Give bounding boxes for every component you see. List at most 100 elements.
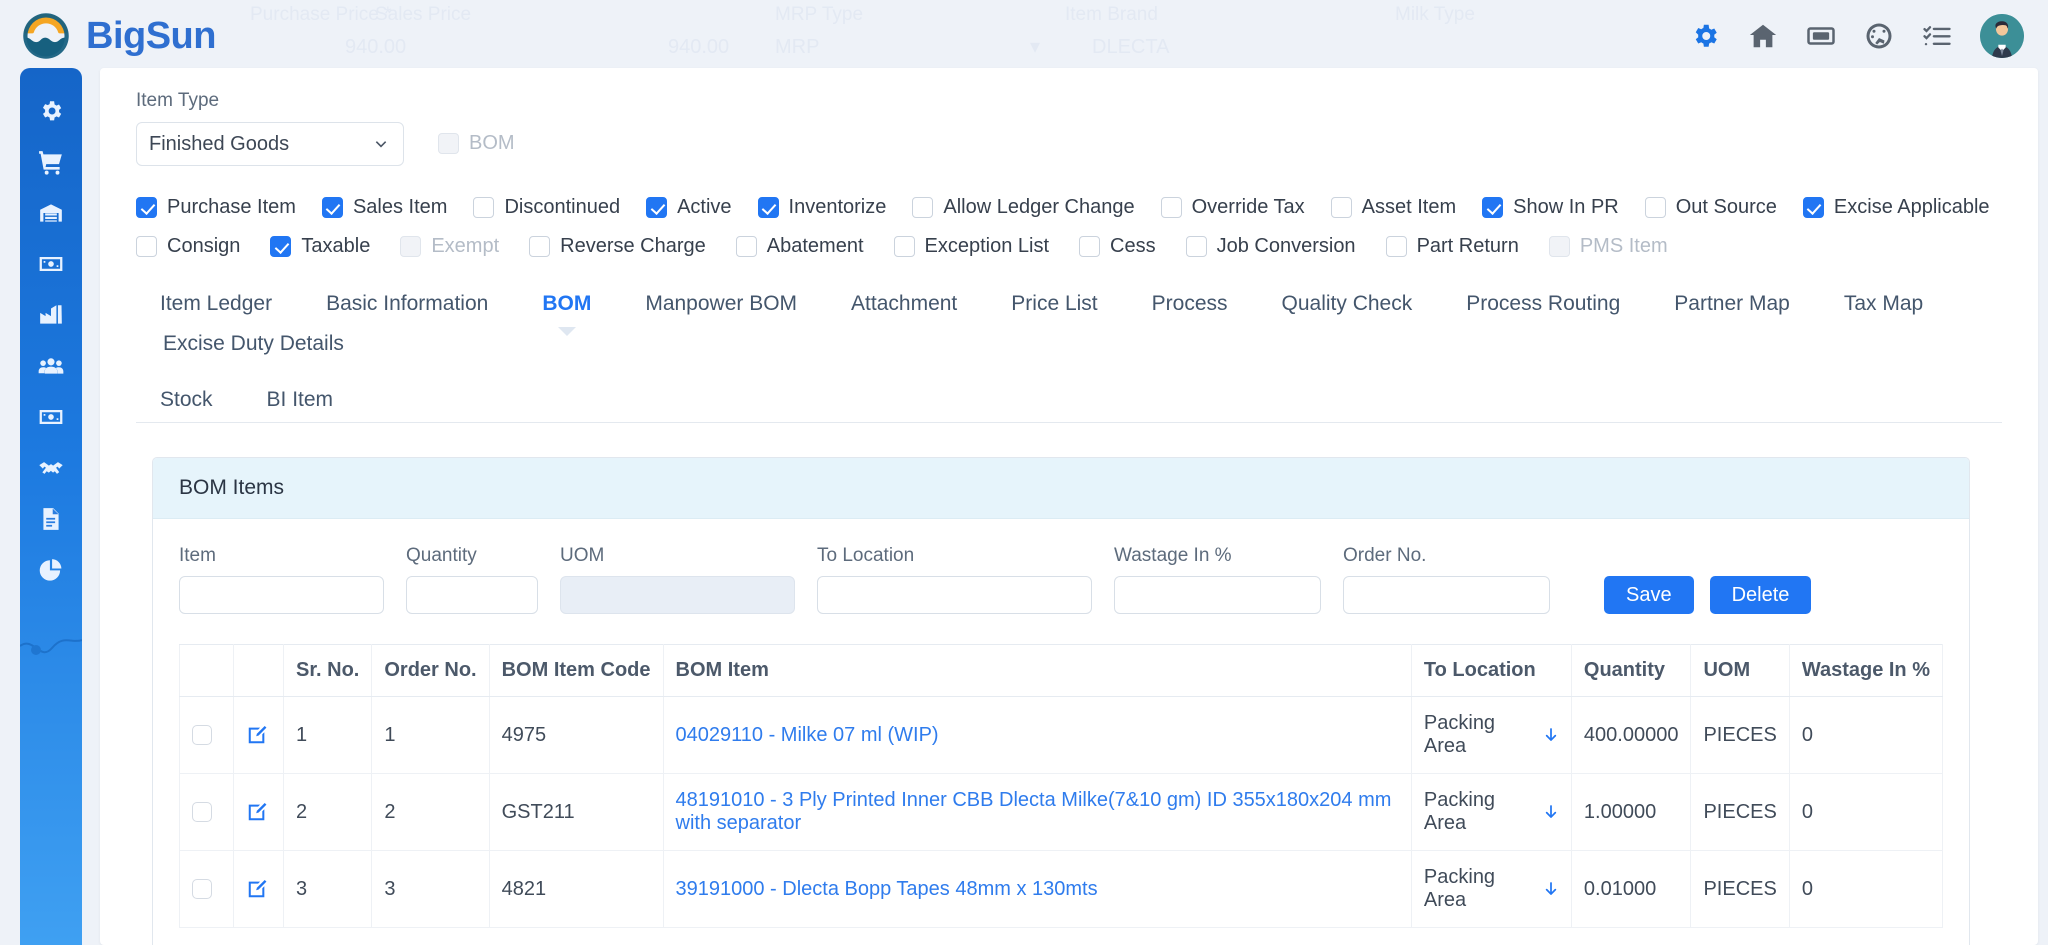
tab-partner-map[interactable]: Partner Map [1647,286,1817,326]
bom-checkbox-label: BOM [469,132,515,154]
flag-checkbox-job-conversion[interactable]: Job Conversion [1185,235,1356,258]
bom-panel-body: Item Quantity UOM To Location Wastage In… [153,519,1969,945]
bom-item-input[interactable] [179,576,384,614]
flag-checkbox-override-tax[interactable]: Override Tax [1160,196,1305,219]
flag-checkbox-show-in-pr[interactable]: Show In PR [1482,196,1619,219]
cell-wastage: 0 [1789,773,1944,851]
bom-wastage-label: Wastage In % [1114,545,1232,566]
row-checkbox[interactable] [192,879,212,899]
checkbox-label: PMS Item [1579,235,1668,257]
sidebar-item-sales[interactable] [34,451,68,485]
bom-wastage-field: Wastage In % [1114,545,1321,614]
bom-checkbox[interactable]: BOM [438,132,515,166]
item-type-select[interactable]: Finished Goods [136,122,404,166]
bom-item-link[interactable]: 48191010 - 3 Ply Printed Inner CBB Dlect… [676,789,1392,834]
flag-checkbox-abatement[interactable]: Abatement [735,235,864,258]
checkbox-label: Reverse Charge [560,235,706,257]
bom-to-location-label: To Location [817,545,915,566]
checkbox-box [1160,197,1182,218]
to-location-text: Packing Area [1423,866,1496,911]
flag-checkbox-asset-item[interactable]: Asset Item [1330,196,1456,219]
tab-process-routing[interactable]: Process Routing [1439,286,1647,326]
sidebar-item-analytics[interactable] [34,553,68,587]
speedometer-icon[interactable] [1864,21,1894,51]
bom-wastage-input[interactable] [1114,576,1321,614]
sidebar-item-purchase[interactable] [34,145,68,179]
tab-basic-information[interactable]: Basic Information [299,286,515,326]
tab-attachment[interactable]: Attachment [824,286,984,326]
bom-checkbox-box [438,133,459,154]
flag-checkbox-allow-ledger-change[interactable]: Allow Ledger Change [912,196,1135,219]
checkbox-label: Discontinued [504,196,621,218]
flag-checkbox-pms-item[interactable]: PMS Item [1548,235,1668,258]
handshake-icon [39,462,63,474]
flag-checkbox-sales-item[interactable]: Sales Item [321,196,447,219]
bom-uom-input[interactable] [560,576,795,614]
tab-manpower-bom[interactable]: Manpower BOM [618,286,824,326]
brand-logo-group[interactable]: BigSun [0,10,216,62]
avatar[interactable] [1980,14,2024,58]
arrow-down-icon[interactable] [1543,726,1559,744]
edit-icon[interactable] [246,878,268,900]
checkbox-box [136,197,157,218]
table-row: 1 1 4975 04029110 - Milke 07 ml (WIP) Packin… [179,696,1944,774]
sidebar-item-production[interactable] [34,298,68,332]
flag-checkbox-active[interactable]: Active [646,196,732,219]
row-checkbox[interactable] [192,802,212,822]
arrow-down-icon[interactable] [1543,803,1559,821]
tab-price-list[interactable]: Price List [984,286,1124,326]
edit-icon[interactable] [246,724,268,746]
bom-order-no-input[interactable] [1343,576,1550,614]
bom-item-link[interactable]: 39191000 - Dlecta Bopp Tapes 48mm x 130m… [676,878,1098,900]
tab-item-ledger[interactable]: Item Ledger [136,286,299,326]
bom-to-location-input[interactable] [817,576,1092,614]
home-icon[interactable] [1748,21,1778,51]
flag-checkbox-exempt[interactable]: Exempt [400,235,499,258]
gear-icon[interactable] [1690,21,1720,51]
flag-checkbox-out-source[interactable]: Out Source [1644,196,1777,219]
chevron-down-icon [375,141,387,148]
tab-process[interactable]: Process [1125,286,1255,326]
flag-checkbox-consign[interactable]: Consign [136,235,240,258]
flag-checkbox-exception-list[interactable]: Exception List [893,235,1049,258]
sidebar-item-reports[interactable] [34,502,68,536]
checkbox-label: Exempt [431,235,500,257]
card-icon[interactable] [1806,21,1836,51]
delete-button[interactable]: Delete [1709,576,1812,614]
sidebar-item-warehouse[interactable] [34,196,68,230]
flag-checkbox-cess[interactable]: Cess [1079,235,1156,258]
arrow-down-icon[interactable] [1543,880,1559,898]
flag-checkbox-excise-applicable[interactable]: Excise Applicable [1802,196,1990,219]
flag-checkbox-purchase-item[interactable]: Purchase Item [136,196,296,219]
checkbox-label: Part Return [1416,235,1519,257]
row-select-cell [179,696,234,774]
sidebar-item-settings[interactable] [34,94,68,128]
tab-row-2: Stock BI Item [136,382,2002,422]
edit-icon[interactable] [246,801,268,823]
flag-checkbox-part-return[interactable]: Part Return [1385,235,1519,258]
checkbox-box [1330,197,1352,218]
flag-checkbox-discontinued[interactable]: Discontinued [473,196,620,219]
bom-quantity-input[interactable] [406,576,538,614]
flag-checkbox-taxable[interactable]: Taxable [270,235,370,258]
tab-bom[interactable]: BOM [515,286,618,336]
save-button[interactable]: Save [1604,576,1694,614]
bom-item-link[interactable]: 04029110 - Milke 07 ml (WIP) [676,724,939,746]
tab-quality-check[interactable]: Quality Check [1255,286,1440,326]
sidebar-item-hr[interactable] [34,349,68,383]
sidebar-item-finance[interactable] [34,247,68,281]
checklist-icon[interactable] [1922,21,1952,51]
cell-sr-no: 1 [283,696,373,774]
flag-checkbox-reverse-charge[interactable]: Reverse Charge [529,235,706,258]
tab-stock[interactable]: Stock [136,382,240,422]
bom-item-label: Item [179,545,216,566]
shopping-cart-icon [39,151,62,175]
checkbox-box [893,236,915,257]
sidebar-item-accounts[interactable] [34,400,68,434]
tab-excise-duty-details[interactable]: Excise Duty Details [136,326,371,366]
tab-bi-item[interactable]: BI Item [240,382,361,422]
tab-tax-map[interactable]: Tax Map [1817,286,1950,326]
flag-checkbox-inventorize[interactable]: Inventorize [757,196,886,219]
bom-item-field: Item [179,545,384,614]
row-checkbox[interactable] [192,725,212,745]
